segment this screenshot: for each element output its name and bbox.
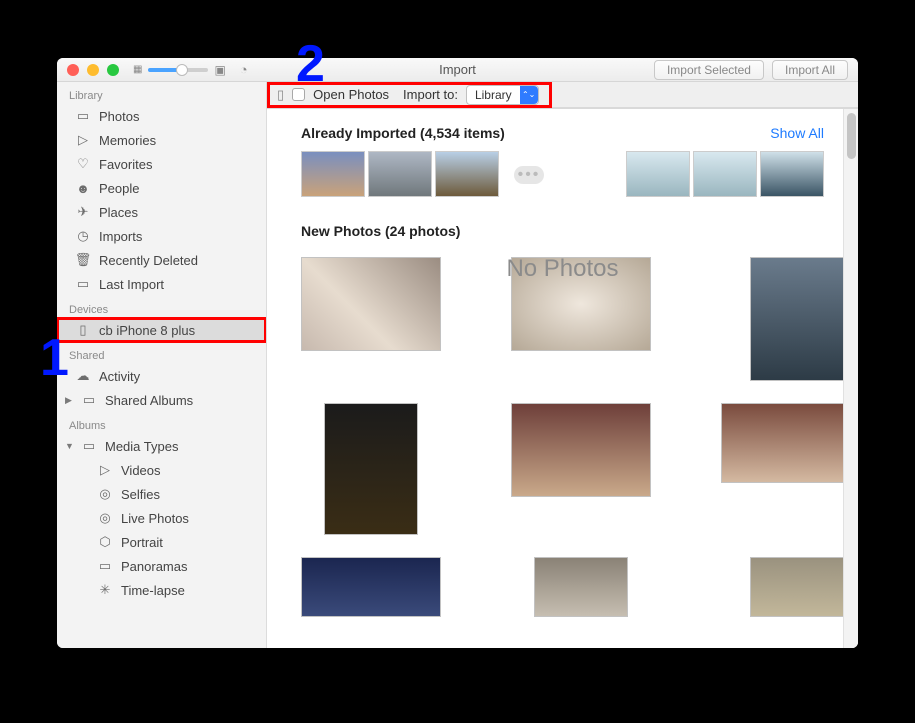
sidebar-item-memories[interactable]: ▷Memories	[57, 128, 266, 152]
already-imported-strip: •••	[301, 151, 824, 199]
sidebar-item-last-import[interactable]: ▭Last Import	[57, 272, 266, 296]
phone-icon: ▯	[75, 322, 91, 338]
sidebar-section-shared: Shared	[57, 342, 266, 364]
cloud-icon: ☁	[75, 368, 91, 384]
photo-thumb[interactable]	[721, 403, 858, 483]
sidebar-item-device[interactable]: ▯cb iPhone 8 plus	[57, 318, 266, 342]
timelapse-icon: ✳	[97, 582, 113, 598]
sidebar-section-devices: Devices	[57, 296, 266, 318]
sidebar-item-recently-deleted[interactable]: 🗑Recently Deleted	[57, 248, 266, 272]
sidebar-item-media-types[interactable]: ▼▭Media Types	[57, 434, 266, 458]
import-all-button[interactable]: Import All	[772, 60, 848, 80]
vertical-scrollbar[interactable]	[843, 109, 858, 648]
sidebar-item-videos[interactable]: ▷Videos	[57, 458, 266, 482]
sidebar-item-people[interactable]: ☻People	[57, 176, 266, 200]
disclosure-triangle-icon[interactable]: ▶	[65, 395, 73, 406]
zoom-slider-group: ▦ ▣ ◔	[133, 62, 248, 77]
import-icon: ▭	[75, 276, 91, 292]
options-bar: ▯ Open Photos Import to: Library ⌃⌄	[267, 82, 552, 108]
zoom-icon[interactable]	[107, 64, 119, 76]
clock-icon: ◷	[75, 228, 91, 244]
sidebar-item-places[interactable]: ✈Places	[57, 200, 266, 224]
photo-thumb[interactable]	[301, 557, 441, 617]
album-icon: ▭	[81, 392, 97, 408]
sidebar-item-timelapse[interactable]: ✳Time-lapse	[57, 578, 266, 602]
content-scroll[interactable]: Already Imported (4,534 items) Show All …	[267, 109, 858, 648]
open-photos-label: Open Photos	[313, 87, 389, 102]
sidebar-item-selfies[interactable]: ◎Selfies	[57, 482, 266, 506]
sidebar-section-library: Library	[57, 82, 266, 104]
imported-thumb[interactable]	[301, 151, 365, 197]
memories-icon: ▷	[75, 132, 91, 148]
new-photos-heading: New Photos (24 photos)	[301, 223, 824, 239]
sidebar-item-photos[interactable]: ▭Photos	[57, 104, 266, 128]
portrait-icon: ⬡	[97, 534, 113, 550]
options-bar-wrap: ▯ Open Photos Import to: Library ⌃⌄	[267, 82, 858, 109]
sidebar-item-shared-albums[interactable]: ▶▭Shared Albums	[57, 388, 266, 412]
sidebar: Library ▭Photos ▷Memories ♡Favorites ☻Pe…	[57, 82, 267, 648]
pin-icon: ✈	[75, 204, 91, 220]
grid-large-icon: ▣	[214, 63, 225, 77]
photo-thumb[interactable]	[511, 403, 651, 497]
sidebar-item-activity[interactable]: ☁Activity	[57, 364, 266, 388]
sidebar-item-imports[interactable]: ◷Imports	[57, 224, 266, 248]
imported-thumb[interactable]	[760, 151, 824, 197]
open-photos-checkbox[interactable]	[292, 88, 305, 101]
import-selected-button[interactable]: Import Selected	[654, 60, 764, 80]
no-photos-label: No Photos	[267, 255, 858, 283]
video-icon: ▷	[97, 462, 113, 478]
photo-thumb[interactable]	[750, 557, 844, 617]
new-photos-grid	[301, 257, 824, 617]
sidebar-item-favorites[interactable]: ♡Favorites	[57, 152, 266, 176]
folder-icon: ▭	[81, 438, 97, 454]
main-content: ▯ Open Photos Import to: Library ⌃⌄ Alre…	[267, 82, 858, 648]
device-phone-icon: ▯	[277, 87, 284, 103]
import-to-label: Import to:	[403, 87, 458, 102]
photo-thumb[interactable]	[324, 403, 418, 535]
zoom-slider[interactable]	[148, 68, 208, 72]
people-icon: ☻	[75, 180, 91, 196]
grid-small-icon: ▦	[133, 64, 142, 75]
imported-thumb[interactable]	[368, 151, 432, 197]
live-icon: ◎	[97, 510, 113, 526]
close-icon[interactable]	[67, 64, 79, 76]
photos-icon: ▭	[75, 108, 91, 124]
show-all-link[interactable]: Show All	[770, 125, 824, 141]
sidebar-item-panoramas[interactable]: ▭Panoramas	[57, 554, 266, 578]
photo-thumb[interactable]	[534, 557, 628, 617]
panorama-icon: ▭	[97, 558, 113, 574]
camera-icon: ◎	[97, 486, 113, 502]
sidebar-item-portrait[interactable]: ⬡Portrait	[57, 530, 266, 554]
more-icon[interactable]: •••	[514, 166, 544, 184]
window-controls	[57, 64, 119, 76]
chevron-updown-icon: ⌃⌄	[520, 86, 538, 104]
imported-thumb[interactable]	[435, 151, 499, 197]
imported-thumb[interactable]	[693, 151, 757, 197]
disclosure-triangle-icon[interactable]: ▼	[65, 441, 73, 451]
sidebar-section-albums: Albums	[57, 412, 266, 434]
sidebar-item-live-photos[interactable]: ◎Live Photos	[57, 506, 266, 530]
minimize-icon[interactable]	[87, 64, 99, 76]
already-imported-heading: Already Imported (4,534 items)	[301, 125, 505, 141]
imported-thumb[interactable]	[626, 151, 690, 197]
titlebar: ▦ ▣ ◔ Import Import Selected Import All	[57, 58, 858, 82]
photos-window: ▦ ▣ ◔ Import Import Selected Import All …	[57, 58, 858, 648]
trash-icon: 🗑	[75, 252, 91, 268]
scrollbar-thumb[interactable]	[847, 113, 856, 159]
import-to-select[interactable]: Library ⌃⌄	[466, 85, 539, 105]
filter-icon[interactable]: ◔	[240, 62, 248, 77]
heart-icon: ♡	[75, 156, 91, 172]
